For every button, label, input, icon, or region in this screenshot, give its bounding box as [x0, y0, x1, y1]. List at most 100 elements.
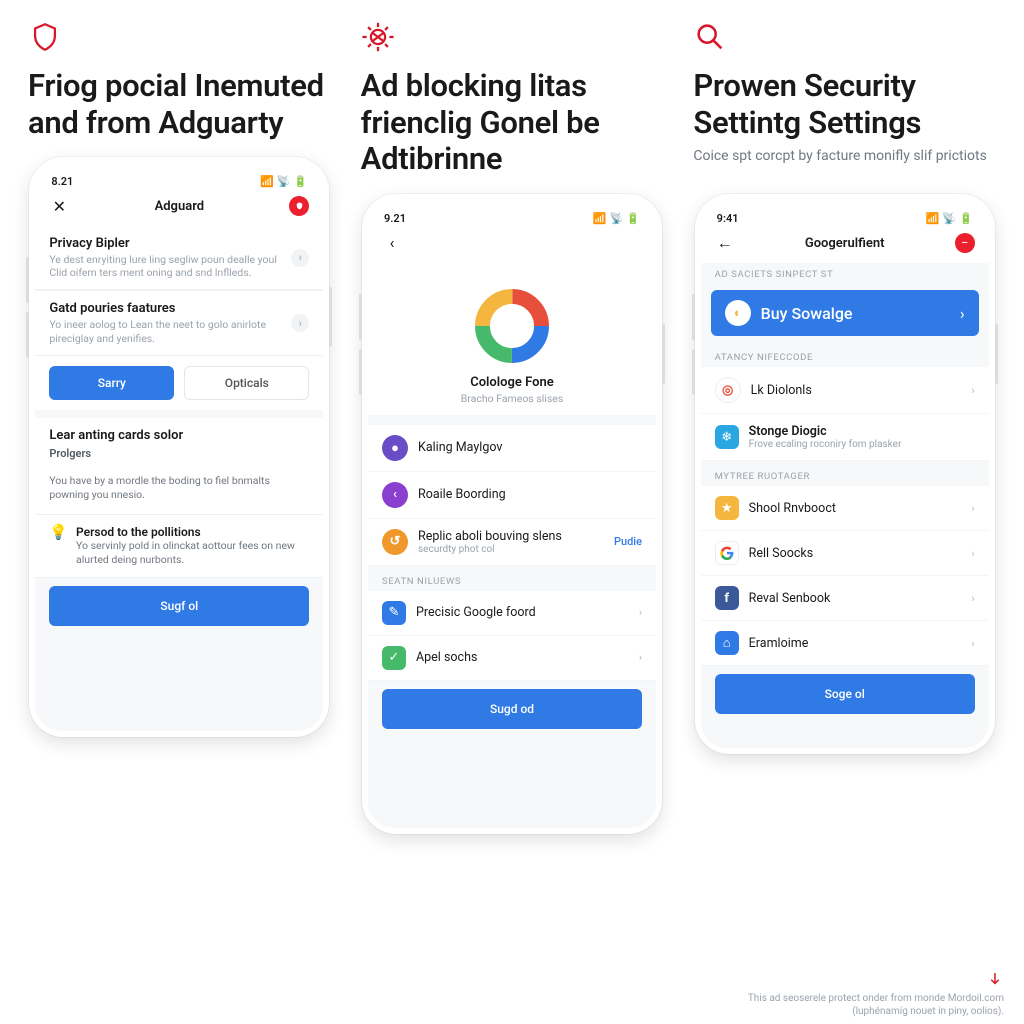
minus-badge-icon: − [955, 233, 975, 253]
section-label: Mytree Ruotager [701, 461, 989, 486]
cta-button[interactable]: Sugd od [382, 689, 642, 729]
item-icon: ● [382, 435, 408, 461]
chevron-right-icon: › [291, 249, 309, 267]
phone-side-button [26, 312, 29, 358]
donut-subtitle: Bracho Fameos slises [368, 392, 656, 405]
list-item[interactable]: ● Kaling Maylgov [368, 425, 656, 472]
status-bar: 9.21 📶📡🔋 [368, 204, 656, 227]
phone-side-button [359, 294, 362, 340]
heading-3: Prowen Security Settintg Settings [693, 68, 996, 141]
column-2: Ad blocking litas frienclig Gonel be Adt… [361, 20, 664, 834]
highlight-row[interactable]: ◐ Buy Sowalge › [711, 290, 979, 336]
shield-icon [28, 20, 62, 54]
status-icons: 📶📡🔋 [923, 212, 973, 225]
chevron-right-icon: › [971, 502, 974, 515]
chevron-right-icon: › [971, 592, 974, 605]
row-title: Privacy Bipler [49, 236, 281, 251]
close-icon[interactable]: ✕ [47, 194, 71, 218]
list-item[interactable]: ⌂ Eramloime › [701, 621, 989, 666]
list-item[interactable]: ★ Shool Rnvbooct › [701, 486, 989, 531]
nav-title: Googerulfient [701, 236, 989, 251]
list-item[interactable]: Rell Soocks › [701, 531, 989, 576]
battery-icon: 🔋 [959, 212, 973, 225]
item-label: Reval Senbook [749, 591, 831, 606]
tip-row[interactable]: 💡 Persod to the pollitions Yo servinly p… [35, 514, 323, 578]
item-label: Replic aboli bouving slens [418, 529, 562, 544]
group-title: Lear anting cards solor [35, 418, 323, 445]
phone-mockup-3: 9:41 📶📡🔋 ← Googerulfient − Ad saciets si… [695, 194, 995, 754]
heading-2: Ad blocking litas frienclig Gonel be Adt… [361, 68, 664, 178]
group-subtitle: Prolgers [35, 445, 323, 466]
item-label: Rell Soocks [749, 546, 814, 561]
lightbulb-icon: 💡 [49, 525, 68, 540]
item-sublabel: Frove ecaling roconiry fom plasker [749, 439, 902, 450]
item-icon: ◎ [715, 377, 741, 403]
magnifier-icon [693, 20, 727, 54]
list-item[interactable]: ◎ Lk Diolonls › [701, 367, 989, 414]
item-icon: ❄ [715, 425, 739, 449]
nav-title: Adguard [35, 199, 323, 214]
item-label: Kaling Maylgov [418, 440, 502, 455]
item-label: Roaile Boording [418, 487, 506, 502]
cta-button[interactable]: Soge ol [715, 674, 975, 714]
shield-badge-icon [289, 196, 309, 216]
home-icon: ⌂ [715, 631, 739, 655]
wifi-icon: 📡 [942, 212, 956, 225]
phone-side-button [995, 324, 998, 384]
back-icon[interactable]: ‹ [380, 231, 404, 255]
column-1: Friog pocial Inemuted and from Adguarty … [28, 20, 331, 834]
back-icon[interactable]: ← [713, 231, 737, 255]
tip-desc: Yo servinly pold in olinckat aottour fee… [76, 539, 309, 567]
nav-bar: ← Googerulfient − [701, 227, 989, 263]
chevron-right-icon: › [639, 651, 642, 664]
secondary-button[interactable]: Opticals [184, 366, 309, 400]
nav-badge[interactable] [287, 194, 311, 218]
bug-icon [361, 20, 395, 54]
list-item[interactable]: ‹ Roaile Boording [368, 472, 656, 519]
item-icon: ‹ [382, 482, 408, 508]
list-item[interactable]: f Reval Senbook › [701, 576, 989, 621]
chevron-right-icon: › [971, 384, 974, 397]
list-item[interactable]: ✎ Precisic Google foord › [368, 591, 656, 636]
facebook-icon: f [715, 586, 739, 610]
privacy-row[interactable]: Privacy Bipler Ye dest enryiting lure li… [35, 226, 323, 290]
list-item[interactable]: ❄ Stonge Diogic Frove ecaling roconiry f… [701, 414, 989, 461]
features-row[interactable]: Gatd pouries faatures Yo ineer aolog to … [35, 290, 323, 355]
item-icon: ✓ [382, 646, 406, 670]
chevron-right-icon: › [639, 606, 642, 619]
phone-side-button [329, 287, 332, 347]
chevron-right-icon: › [960, 304, 965, 323]
status-icons: 📶📡🔋 [590, 212, 640, 225]
section-label: Atancy Nifeccode [701, 342, 989, 367]
button-row: Sarry Opticals [35, 356, 323, 410]
phone-side-button [662, 324, 665, 384]
phone-side-button [359, 349, 362, 395]
chevron-right-icon: › [291, 314, 309, 332]
primary-button[interactable]: Sarry [49, 366, 174, 400]
item-label: Lk Diolonls [751, 383, 812, 398]
footer-line-1: This ad seoserele protect onder from mon… [724, 992, 1004, 1005]
nav-badge[interactable]: − [953, 231, 977, 255]
phone-mockup-2: 9.21 📶📡🔋 ‹ [362, 194, 662, 834]
signal-icon: 📶 [926, 212, 940, 225]
item-label: Precisic Google foord [416, 605, 536, 620]
footer-line-2: (luphénamíg nouet in piny, oolios). [724, 1005, 1004, 1018]
list-item[interactable]: ✓ Apel sochs › [368, 636, 656, 681]
donut-chart [473, 287, 551, 365]
cta-button[interactable]: Sugf ol [49, 586, 309, 626]
status-time: 8.21 [51, 175, 73, 188]
wifi-icon: 📡 [610, 212, 624, 225]
column-3: Prowen Security Settintg Settings Coice … [693, 20, 996, 834]
chevron-right-icon: › [971, 637, 974, 650]
list-item[interactable]: ↺ Replic aboli bouving slens securdty ph… [368, 519, 656, 566]
nav-bar: ‹ [368, 227, 656, 263]
phone-side-button [692, 294, 695, 340]
item-icon: ✎ [382, 601, 406, 625]
status-bar: 9:41 📶📡🔋 [701, 204, 989, 227]
item-icon: ◐ [725, 300, 751, 326]
phone-side-button [26, 257, 29, 303]
highlight-label: Buy Sowalge [761, 304, 853, 323]
item-action[interactable]: Pudie [614, 535, 642, 548]
row-desc: Ye dest enryiting lure ling segliw poun … [49, 253, 281, 279]
item-label: Shool Rnvbooct [749, 501, 836, 516]
